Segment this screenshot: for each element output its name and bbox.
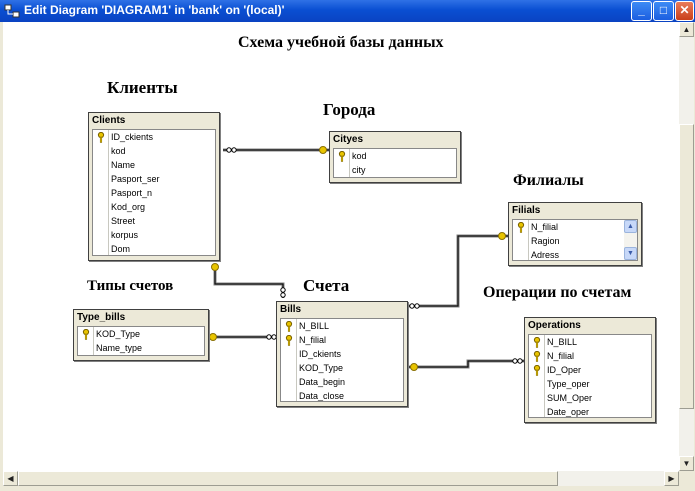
label-cities: Города bbox=[323, 100, 376, 119]
field-row[interactable]: kod bbox=[93, 144, 215, 158]
close-button[interactable]: ✕ bbox=[675, 1, 694, 21]
field-row[interactable]: kod bbox=[334, 149, 456, 163]
field-row[interactable]: Street bbox=[93, 214, 215, 228]
field-row[interactable]: Pasport_n bbox=[93, 186, 215, 200]
field-row[interactable]: Type_oper bbox=[529, 377, 651, 391]
key-icon bbox=[93, 130, 109, 144]
field-row[interactable]: ID_ckients bbox=[281, 347, 403, 361]
relationship-clients-bills[interactable] bbox=[211, 263, 286, 299]
scroll-up-icon[interactable]: ▲ bbox=[624, 220, 637, 233]
field-row[interactable]: Date_oper bbox=[529, 405, 651, 417]
field-row[interactable]: ID_Oper bbox=[529, 363, 651, 377]
key-icon bbox=[78, 327, 94, 341]
field-row[interactable]: Dom bbox=[93, 242, 215, 255]
label-bill-types: Типы счетов bbox=[87, 278, 174, 294]
table-title: Bills bbox=[280, 304, 302, 315]
minimize-button[interactable]: _ bbox=[631, 1, 652, 21]
field-row[interactable]: KOD_Type bbox=[78, 327, 204, 341]
label-clients: Клиенты bbox=[107, 78, 178, 97]
table-title: Cityes bbox=[333, 134, 364, 145]
field-list[interactable]: ID_ckients kod Name Pasport_ser Pasport_… bbox=[92, 129, 216, 256]
field-list[interactable]: N_BILL N_filial ID_ckients KOD_Type Data… bbox=[280, 318, 404, 402]
field-row[interactable]: Pasport_ser bbox=[93, 172, 215, 186]
field-row[interactable]: korpus bbox=[93, 228, 215, 242]
key-icon bbox=[281, 319, 297, 333]
diagram-heading: Схема учебной базы данных bbox=[238, 34, 444, 51]
field-row[interactable]: N_filial bbox=[513, 220, 637, 234]
field-row[interactable]: city bbox=[334, 163, 456, 177]
field-list[interactable]: N_filial Ragion Adress ▲ ▼ bbox=[512, 219, 638, 261]
field-row[interactable]: KOD_Type bbox=[281, 361, 403, 375]
scroll-up-icon[interactable]: ▲ bbox=[679, 22, 694, 37]
relationship-type-bills-bills[interactable] bbox=[209, 333, 277, 341]
window-title: Edit Diagram 'DIAGRAM1' in 'bank' on '(l… bbox=[24, 3, 285, 17]
field-list[interactable]: kod city bbox=[333, 148, 457, 178]
diagram-icon bbox=[4, 4, 20, 18]
field-row[interactable]: N_filial bbox=[281, 333, 403, 347]
horizontal-scroll-thumb[interactable] bbox=[18, 471, 558, 486]
table-type-bills[interactable]: Type_bills KOD_Type Name_type bbox=[73, 309, 209, 361]
vertical-scrollbar[interactable]: ▲ ▼ bbox=[679, 22, 694, 471]
key-icon bbox=[513, 220, 529, 234]
table-title: Clients bbox=[92, 115, 126, 126]
scrollbar-corner bbox=[679, 471, 694, 486]
table-filials[interactable]: Filials N_filial Ragion Adress ▲ ▼ bbox=[508, 202, 642, 266]
field-row[interactable]: ID_ckients bbox=[93, 130, 215, 144]
table-title: Filials bbox=[512, 205, 541, 216]
field-row[interactable]: Name bbox=[93, 158, 215, 172]
table-cityes[interactable]: Cityes kod city bbox=[329, 131, 461, 183]
field-row[interactable]: Kod_org bbox=[93, 200, 215, 214]
field-row[interactable]: Name_type bbox=[78, 341, 204, 355]
key-icon bbox=[529, 335, 545, 349]
field-row[interactable]: N_BILL bbox=[281, 319, 403, 333]
scroll-left-icon[interactable]: ◀ bbox=[3, 471, 18, 486]
field-list[interactable]: KOD_Type Name_type bbox=[77, 326, 205, 356]
table-title: Operations bbox=[528, 320, 581, 331]
vertical-scroll-thumb[interactable] bbox=[679, 124, 694, 409]
key-icon bbox=[529, 349, 545, 363]
label-operations: Операции по счетам bbox=[483, 284, 632, 301]
maximize-button[interactable]: □ bbox=[653, 1, 674, 21]
field-row[interactable]: Data_close bbox=[281, 389, 403, 401]
horizontal-scrollbar[interactable]: ◀ ▶ bbox=[3, 471, 679, 486]
field-list[interactable]: N_BILL N_filial ID_Oper Type_oper SUM_Op… bbox=[528, 334, 652, 418]
table-clients[interactable]: Clients ID_ckients kod Name Pasport_ser … bbox=[88, 112, 220, 261]
field-row[interactable]: Data_begin bbox=[281, 375, 403, 389]
key-icon bbox=[529, 363, 545, 377]
scroll-right-icon[interactable]: ▶ bbox=[664, 471, 679, 486]
field-row[interactable]: N_filial bbox=[529, 349, 651, 363]
field-row[interactable]: N_BILL bbox=[529, 335, 651, 349]
window-titlebar[interactable]: Edit Diagram 'DIAGRAM1' in 'bank' on '(l… bbox=[0, 0, 695, 22]
scroll-down-icon[interactable]: ▼ bbox=[679, 456, 694, 471]
table-scrollbar[interactable]: ▲ ▼ bbox=[624, 220, 637, 260]
relationship-clients-cityes[interactable] bbox=[223, 146, 329, 154]
table-operations[interactable]: Operations N_BILL N_filial ID_Oper Type_… bbox=[524, 317, 656, 423]
table-title: Type_bills bbox=[77, 312, 126, 323]
label-bills: Счета bbox=[303, 276, 350, 295]
scroll-down-icon[interactable]: ▼ bbox=[624, 247, 637, 260]
field-row[interactable]: SUM_Oper bbox=[529, 391, 651, 405]
diagram-canvas[interactable]: Схема учебной базы данных Клиенты Города… bbox=[3, 22, 679, 471]
table-bills[interactable]: Bills N_BILL N_filial ID_ckients KOD_Typ… bbox=[276, 301, 408, 407]
relationship-bills-operations[interactable] bbox=[408, 358, 524, 371]
key-icon bbox=[281, 333, 297, 347]
field-row[interactable]: Adress bbox=[513, 248, 637, 260]
field-row[interactable]: Ragion bbox=[513, 234, 637, 248]
label-branches: Филиалы bbox=[513, 172, 584, 189]
key-icon bbox=[334, 149, 350, 163]
